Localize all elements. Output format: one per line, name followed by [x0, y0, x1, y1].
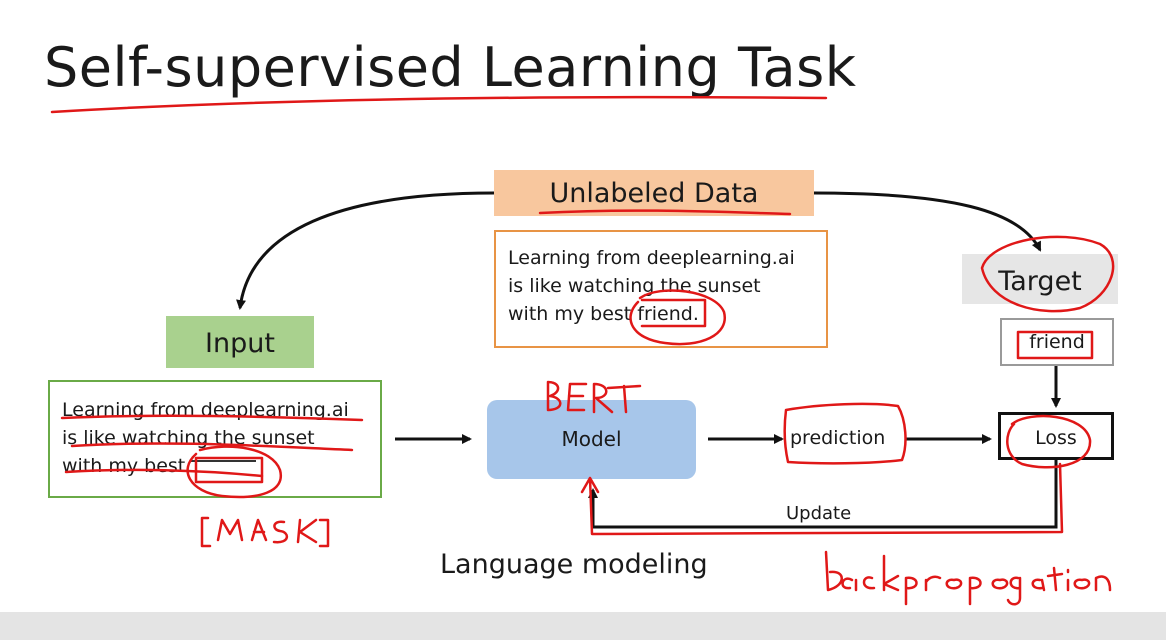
prediction-box-stroke — [783, 402, 907, 465]
update-loop-red — [580, 462, 1064, 536]
unlabeled-underline — [538, 209, 792, 216]
bert-note — [546, 380, 642, 414]
mask-box — [194, 456, 264, 484]
loss-circle — [1006, 414, 1092, 469]
friend-box-target — [1016, 330, 1094, 360]
input-underline-1 — [60, 414, 364, 422]
mask-note — [200, 516, 330, 548]
arrow-unlabeled-to-input — [236, 191, 495, 310]
arrow-update-loop — [588, 460, 1058, 529]
backprop-note — [824, 550, 1112, 606]
arrow-unlabeled-to-target — [813, 191, 1042, 252]
input-underline-3 — [64, 468, 264, 478]
diagram-arrows — [50, 95, 1115, 606]
bottom-strip — [0, 612, 1166, 640]
friend-circle-unl — [629, 289, 726, 346]
title-underline — [50, 95, 828, 114]
target-circle — [980, 235, 1115, 313]
